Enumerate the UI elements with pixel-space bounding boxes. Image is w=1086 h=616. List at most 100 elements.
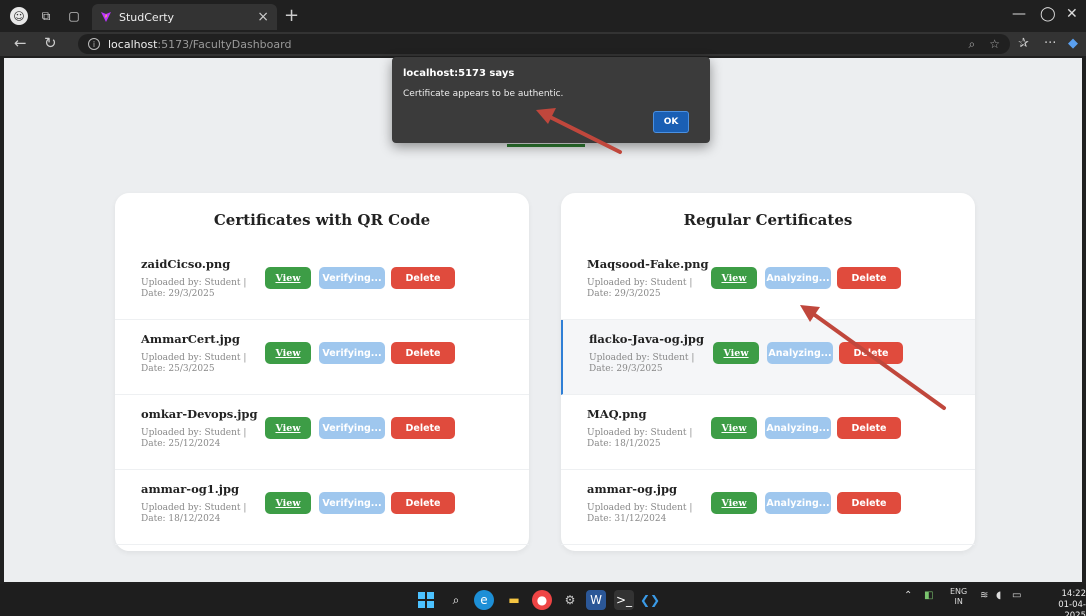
status-button[interactable]: Verifying... [319,417,385,439]
certificate-row: Maqsood-Fake.png Uploaded by: Student | Da… [561,245,975,320]
zoom-icon[interactable]: ⌕ [969,37,976,52]
certificate-filename: Maqsood-Fake.png [587,257,709,271]
status-button[interactable]: Analyzing... [765,492,831,514]
chrome-icon[interactable]: ● [532,590,552,610]
dialog-ok-button[interactable]: OK [653,111,689,133]
header-underline [507,144,585,147]
view-button[interactable]: View [265,417,311,439]
view-button[interactable]: View [265,492,311,514]
back-icon[interactable]: ← [14,34,27,52]
certificate-filename: MAQ.png [587,407,647,421]
delete-button[interactable]: Delete [839,342,903,364]
view-button[interactable]: View [711,417,757,439]
workspaces-icon[interactable]: ⧉ [36,6,56,26]
favorite-star-icon[interactable]: ☆ [989,37,1000,52]
certificate-meta: Uploaded by: Student | Date: 29/3/2025 [589,353,709,375]
delete-button[interactable]: Delete [837,417,901,439]
certificate-meta: Uploaded by: Student | Date: 29/3/2025 [141,278,261,300]
windows-taskbar: ⌕ e ▬ ● ⚙ W >_ ❮❯ ⌃ ◧ ENG IN ≋ ◖ ▭ 14:22 … [0,584,1086,616]
alert-dialog: localhost:5173 says Certificate appears … [392,57,710,143]
uploader-text: Uploaded by: Student | [141,428,247,438]
status-button[interactable]: Analyzing... [765,267,831,289]
qr-section-title: Certificates with QR Code [213,211,431,229]
status-button[interactable]: Verifying... [319,267,385,289]
new-tab-button[interactable]: + [284,5,299,26]
certificate-meta: Uploaded by: Student | Date: 25/12/2024 [141,428,261,450]
upload-date: Date: 18/1/2025 [587,439,661,449]
search-icon[interactable]: ⌕ [446,590,466,610]
uploader-text: Uploaded by: Student | [141,353,247,363]
certificate-filename: flacko-Java-og.jpg [589,332,704,346]
certificate-meta: Uploaded by: Student | Date: 29/3/2025 [587,278,707,300]
settings-icon[interactable]: ⚙ [560,590,580,610]
favorites-icon[interactable]: ✰ [1018,36,1029,51]
regular-certificates-card: Regular Certificates Maqsood-Fake.png Upl… [561,193,975,551]
delete-button[interactable]: Delete [391,267,455,289]
system-clock[interactable]: 14:22 01-04-2025 [1040,589,1086,616]
tab-studcerty[interactable]: StudCerty × [92,4,277,30]
uploader-text: Uploaded by: Student | [587,503,693,513]
refresh-icon[interactable]: ↻ [44,34,57,52]
certificate-row: ammar-og.jpg Uploaded by: Student | Date: … [561,470,975,545]
certificate-meta: Uploaded by: Student | Date: 18/12/2024 [141,503,261,525]
delete-button[interactable]: Delete [391,342,455,364]
uploader-text: Uploaded by: Student | [589,353,695,363]
wifi-icon[interactable]: ≋ [980,590,988,601]
status-button[interactable]: Analyzing... [767,342,833,364]
address-bar[interactable]: i localhost:5173/FacultyDashboard ⌕ ☆ [78,34,1010,54]
browser-nav-bar: ← ↻ i localhost:5173/FacultyDashboard ⌕ … [0,32,1086,56]
url-text: localhost:5173/FacultyDashboard [108,37,292,51]
view-button[interactable]: View [711,267,757,289]
minimize-icon[interactable]: — [1012,6,1026,22]
qr-certificate-list: zaidCicso.png Uploaded by: Student | Date:… [115,245,529,545]
status-button[interactable]: Analyzing... [765,417,831,439]
tab-actions-icon[interactable]: ▢ [64,6,84,26]
delete-button[interactable]: Delete [391,492,455,514]
tray-app-icon[interactable]: ◧ [924,590,933,601]
word-icon[interactable]: W [586,590,606,610]
upload-date: Date: 25/3/2025 [141,364,215,374]
uploader-text: Uploaded by: Student | [587,278,693,288]
delete-button[interactable]: Delete [837,492,901,514]
battery-icon[interactable]: ▭ [1012,590,1021,601]
vscode-icon[interactable]: ❮❯ [640,590,660,610]
status-button[interactable]: Verifying... [319,492,385,514]
status-button[interactable]: Verifying... [319,342,385,364]
copilot-icon[interactable]: ◆ [1068,36,1078,51]
uploader-text: Uploaded by: Student | [141,503,247,513]
certificate-filename: AmmarCert.jpg [141,332,240,346]
delete-button[interactable]: Delete [391,417,455,439]
screen: ☺ ⧉ ▢ StudCerty × + — ◯ ✕ ← ↻ i localhos… [0,0,1086,616]
certificate-filename: zaidCicso.png [141,257,231,271]
view-button[interactable]: View [711,492,757,514]
regular-section-title: Regular Certificates [683,211,853,229]
uploader-text: Uploaded by: Student | [141,278,247,288]
regular-certificate-list: Maqsood-Fake.png Uploaded by: Student | Da… [561,245,975,545]
more-menu-icon[interactable]: ··· [1044,36,1056,51]
close-window-icon[interactable]: ✕ [1066,6,1078,22]
certificate-filename: ammar-og.jpg [587,482,678,496]
certificate-meta: Uploaded by: Student | Date: 18/1/2025 [587,428,707,450]
upload-date: Date: 29/3/2025 [141,289,215,299]
certificate-row: omkar-Devops.jpg Uploaded by: Student | Da… [115,395,529,470]
terminal-icon[interactable]: >_ [614,590,634,610]
certificate-row: flacko-Java-og.jpg Uploaded by: Student |… [561,320,975,395]
tab-close-icon[interactable]: × [257,9,269,25]
certificate-meta: Uploaded by: Student | Date: 25/3/2025 [141,353,261,375]
certificate-filename: omkar-Devops.jpg [141,407,258,421]
language-indicator[interactable]: ENG IN [950,587,967,607]
file-explorer-icon[interactable]: ▬ [504,590,524,610]
edge-icon[interactable]: e [474,590,494,610]
upload-date: Date: 25/12/2024 [141,439,221,449]
view-button[interactable]: View [265,342,311,364]
uploader-text: Uploaded by: Student | [587,428,693,438]
start-icon[interactable] [416,590,436,610]
profile-avatar-icon[interactable]: ☺ [10,7,28,25]
view-button[interactable]: View [265,267,311,289]
restore-icon[interactable]: ◯ [1040,6,1056,22]
delete-button[interactable]: Delete [837,267,901,289]
tray-expand-icon[interactable]: ⌃ [904,590,912,601]
site-info-icon[interactable]: i [88,38,100,50]
view-button[interactable]: View [713,342,759,364]
volume-icon[interactable]: ◖ [996,590,1001,601]
